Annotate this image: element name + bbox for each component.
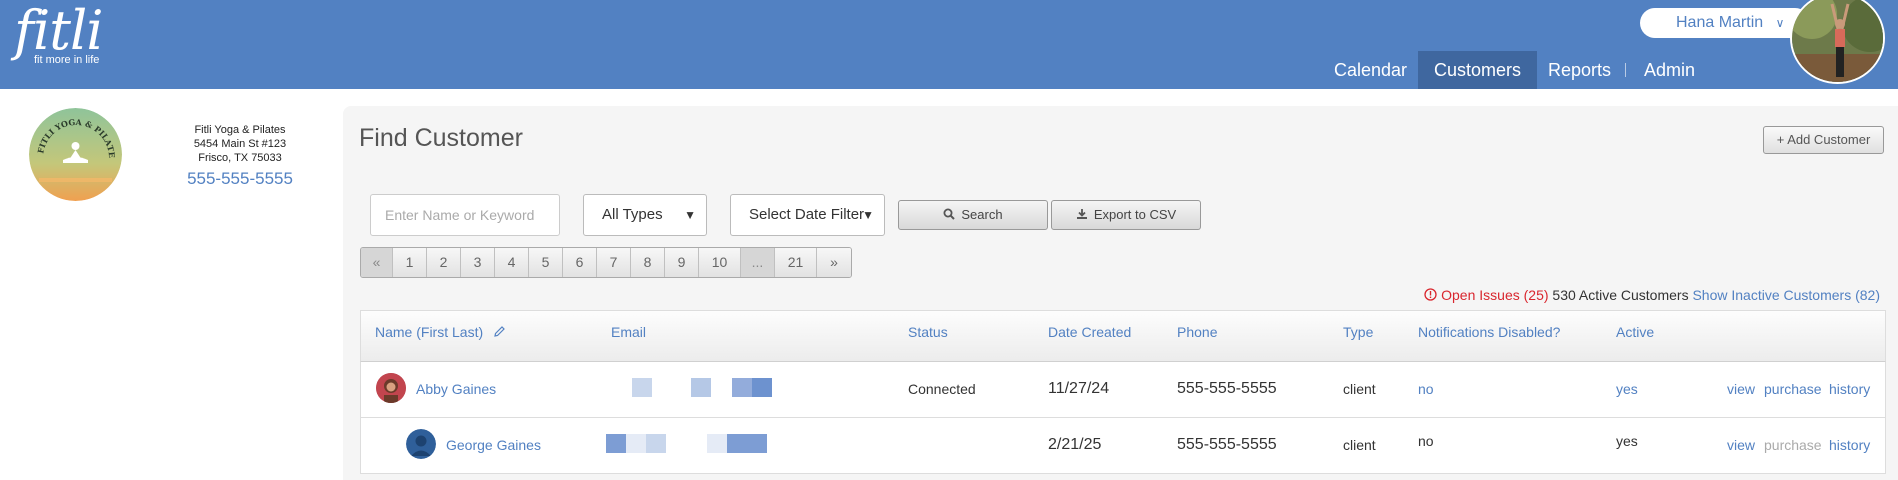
col-active-header[interactable]: Active xyxy=(1616,324,1654,340)
add-customer-button[interactable]: + Add Customer xyxy=(1763,126,1884,154)
business-name: Fitli Yoga & Pilates xyxy=(194,124,286,136)
pager-ellipsis: ... xyxy=(741,248,775,277)
pager-page[interactable]: 9 xyxy=(665,248,699,277)
customer-type: client xyxy=(1343,437,1376,453)
pager-page[interactable]: 5 xyxy=(529,248,563,277)
business-logo: FITLI YOGA & PILATES xyxy=(29,108,122,201)
search-button-label: Search xyxy=(961,207,1003,222)
view-link[interactable]: view xyxy=(1727,381,1755,397)
customer-date-created: 11/27/24 xyxy=(1048,380,1110,397)
active-customers-count: 530 Active Customers xyxy=(1552,287,1689,303)
view-link[interactable]: view xyxy=(1727,437,1755,453)
col-type-header[interactable]: Type xyxy=(1343,324,1373,340)
type-select-value: All Types xyxy=(602,206,663,223)
nav-calendar[interactable]: Calendar xyxy=(1318,51,1423,89)
alert-circle-icon xyxy=(1424,288,1437,301)
email-redacted xyxy=(691,378,711,397)
pager-next[interactable]: » xyxy=(817,248,851,277)
pager-last-page[interactable]: 21 xyxy=(775,248,817,277)
active-value: yes xyxy=(1616,433,1638,449)
search-input[interactable]: Enter Name or Keyword xyxy=(370,194,560,236)
user-avatar[interactable] xyxy=(1790,0,1885,84)
email-redacted xyxy=(626,434,646,453)
col-status-header[interactable]: Status xyxy=(908,324,948,340)
logo-wordmark: fitli xyxy=(14,0,103,62)
email-redacted xyxy=(632,378,652,397)
page-title: Find Customer xyxy=(359,124,523,152)
customer-avatar xyxy=(376,373,406,403)
nav-divider xyxy=(1625,63,1626,77)
pager-page[interactable]: 8 xyxy=(631,248,665,277)
table-row xyxy=(360,362,1886,418)
purchase-link-disabled: purchase xyxy=(1764,437,1822,453)
nav-reports[interactable]: Reports xyxy=(1532,51,1627,89)
customer-phone: 555-555-5555 xyxy=(1177,380,1277,397)
notifications-toggle[interactable]: no xyxy=(1418,381,1434,397)
nav-customers[interactable]: Customers xyxy=(1418,51,1538,89)
caret-down-icon: ▼ xyxy=(862,208,874,222)
notifications-value: no xyxy=(1418,433,1434,449)
pager-first[interactable]: « xyxy=(361,248,393,277)
search-icon xyxy=(943,208,956,220)
customer-name-link[interactable]: Abby Gaines xyxy=(416,381,496,397)
user-menu-button[interactable]: Hana Martin ∨ xyxy=(1640,8,1810,38)
caret-down-icon: ▼ xyxy=(684,208,696,222)
email-redacted xyxy=(752,378,772,397)
business-address-line2: Frisco, TX 75033 xyxy=(198,152,282,164)
pager-page[interactable]: 3 xyxy=(461,248,495,277)
chevron-down-icon: ∨ xyxy=(1775,16,1785,30)
logo-tagline: fit more in life xyxy=(34,54,100,66)
open-issues-text: Open Issues (25) xyxy=(1441,287,1549,303)
pager-page[interactable]: 6 xyxy=(563,248,597,277)
pager-page[interactable]: 7 xyxy=(597,248,631,277)
customer-avatar xyxy=(406,429,436,459)
type-select[interactable]: All Types ▼ xyxy=(583,194,707,236)
export-csv-label: Export to CSV xyxy=(1093,207,1177,222)
col-name-header[interactable]: Name (First Last) xyxy=(375,324,506,340)
email-redacted xyxy=(606,434,626,453)
business-info: Fitli Yoga & Pilates 5454 Main St #123 F… xyxy=(170,123,310,189)
business-phone[interactable]: 555-555-5555 xyxy=(170,169,310,189)
search-button[interactable]: Search xyxy=(898,200,1048,230)
open-issues-link[interactable]: Open Issues (25) xyxy=(1424,287,1552,303)
pencil-icon[interactable] xyxy=(493,325,506,338)
download-icon xyxy=(1076,209,1087,219)
col-date-header[interactable]: Date Created xyxy=(1048,324,1131,340)
top-navbar: fitli fit more in life Hana Martin ∨ Cal… xyxy=(0,0,1898,89)
fitli-logo[interactable]: fitli fit more in life xyxy=(14,0,103,67)
email-redacted xyxy=(727,434,767,453)
customer-phone: 555-555-5555 xyxy=(1177,436,1277,453)
user-name: Hana Martin xyxy=(1676,14,1764,31)
customer-date-created: 2/21/25 xyxy=(1048,436,1102,453)
pager-page[interactable]: 4 xyxy=(495,248,529,277)
nav-admin[interactable]: Admin xyxy=(1628,51,1711,89)
pagination: « 1 2 3 4 5 6 7 8 9 10 ... 21 » xyxy=(360,247,852,278)
col-email-header[interactable]: Email xyxy=(611,324,646,340)
col-name-label: Name (First Last) xyxy=(375,324,484,340)
active-toggle[interactable]: yes xyxy=(1616,381,1638,397)
col-notifications-header[interactable]: Notifications Disabled? xyxy=(1418,324,1560,340)
customer-name-link[interactable]: George Gaines xyxy=(446,437,541,453)
email-redacted xyxy=(646,434,666,453)
customer-status: Connected xyxy=(908,381,976,397)
email-redacted xyxy=(732,378,752,397)
history-link[interactable]: history xyxy=(1829,381,1870,397)
email-redacted xyxy=(707,434,727,453)
purchase-link[interactable]: purchase xyxy=(1764,381,1822,397)
col-phone-header[interactable]: Phone xyxy=(1177,324,1217,340)
business-address-line1: 5454 Main St #123 xyxy=(193,138,287,150)
pager-page[interactable]: 2 xyxy=(427,248,461,277)
customer-summary: Open Issues (25) 530 Active Customers Sh… xyxy=(1424,287,1880,303)
show-inactive-link[interactable]: Show Inactive Customers (82) xyxy=(1692,287,1880,303)
table-row xyxy=(360,418,1886,474)
date-filter-select[interactable]: Select Date Filter ▼ xyxy=(730,194,885,236)
customer-type: client xyxy=(1343,381,1376,397)
history-link[interactable]: history xyxy=(1829,437,1870,453)
export-csv-button[interactable]: Export to CSV xyxy=(1051,200,1201,230)
pager-page[interactable]: 1 xyxy=(393,248,427,277)
date-filter-value: Select Date Filter xyxy=(749,206,865,223)
pager-page[interactable]: 10 xyxy=(699,248,741,277)
